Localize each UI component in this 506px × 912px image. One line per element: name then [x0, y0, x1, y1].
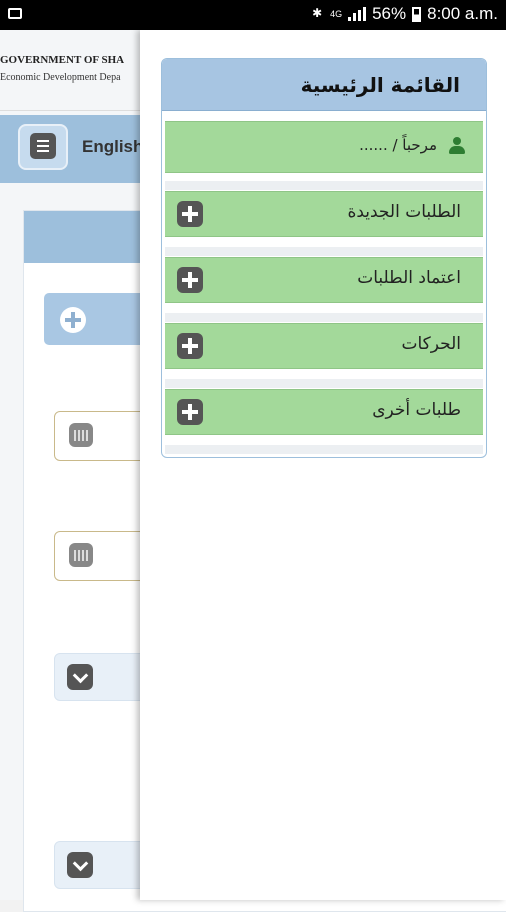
separator [165, 313, 483, 322]
org-title: GOVERNMENT OF SHA [0, 54, 125, 66]
chevron-down-icon [67, 664, 93, 690]
menu-item-new-requests[interactable]: الطلبات الجديدة [165, 191, 483, 237]
menu-item-label: طلبات أخرى [372, 400, 461, 420]
battery-percent: 56% [372, 4, 407, 23]
signal-icon [348, 7, 367, 21]
menu-item-transactions[interactable]: الحركات [165, 323, 483, 369]
welcome-user-row: مرحباً / ...... [165, 121, 483, 173]
menu-item-label: الحركات [401, 334, 461, 354]
side-drawer: القائمة الرئيسية مرحباً / ...... الطلبات… [140, 30, 506, 900]
bluetooth-icon [312, 6, 324, 21]
separator [165, 445, 483, 454]
calendar-icon [69, 423, 93, 447]
welcome-text: مرحباً / ...... [359, 136, 437, 154]
menu-item-other-requests[interactable]: طلبات أخرى [165, 389, 483, 435]
menu-item-label: الطلبات الجديدة [347, 202, 461, 222]
hamburger-menu-button[interactable] [18, 124, 68, 170]
battery-icon [412, 6, 422, 22]
menu-item-label: اعتماد الطلبات [357, 268, 461, 288]
plus-icon [177, 399, 203, 425]
org-subtitle: Economic Development Depa [0, 72, 121, 83]
main-menu-title: القائمة الرئيسية [162, 59, 486, 111]
menu-item-approve-requests[interactable]: اعتماد الطلبات [165, 257, 483, 303]
plus-icon [177, 333, 203, 359]
chevron-down-icon [67, 852, 93, 878]
clock: 8:00 a.m. [427, 4, 498, 23]
main-menu-panel: القائمة الرئيسية مرحباً / ...... الطلبات… [161, 58, 487, 458]
user-icon [449, 137, 465, 155]
status-icons: 4G 56% 8:00 a.m. [312, 4, 498, 24]
plus-icon [177, 201, 203, 227]
language-toggle[interactable]: English [82, 137, 143, 157]
plus-icon [177, 267, 203, 293]
screenshot-notification-icon [8, 8, 22, 19]
separator [165, 379, 483, 388]
plus-circle-icon [60, 307, 86, 333]
hamburger-icon [30, 133, 56, 159]
separator [165, 247, 483, 256]
separator [165, 181, 483, 190]
calendar-icon [69, 543, 93, 567]
network-type: 4G [330, 9, 343, 19]
status-bar: 4G 56% 8:00 a.m. [0, 0, 506, 30]
